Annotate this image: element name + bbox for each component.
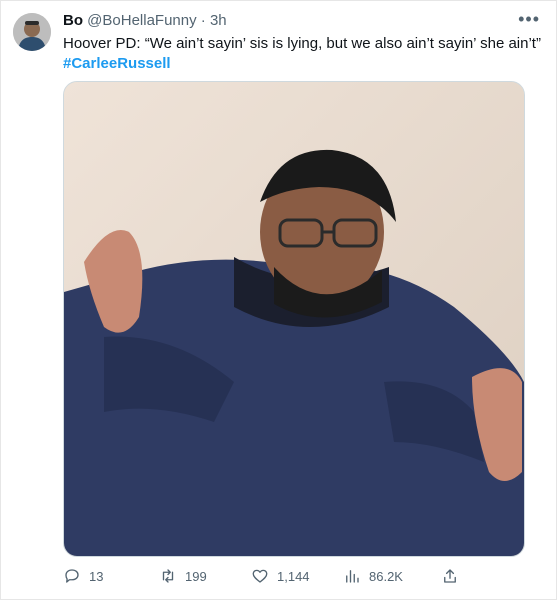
views-button[interactable]: 86.2K	[343, 567, 403, 585]
reply-count: 13	[89, 568, 104, 584]
tweet-header: Bo @BoHellaFunny · 3h	[63, 12, 227, 29]
retweet-count: 199	[185, 568, 207, 584]
media-image	[64, 82, 524, 556]
handle[interactable]: @BoHellaFunny	[87, 12, 196, 29]
action-bar: 13 199 1,144 86.2K	[63, 567, 523, 589]
share-icon	[444, 569, 456, 583]
views-count: 86.2K	[369, 568, 403, 584]
hashtag-link[interactable]: #CarleeRussell	[63, 54, 171, 74]
like-icon	[252, 569, 268, 583]
separator: ·	[200, 12, 206, 29]
reply-button[interactable]: 13	[63, 567, 103, 585]
like-count: 1,144	[277, 568, 310, 584]
retweet-button[interactable]: 199	[159, 567, 207, 585]
avatar[interactable]	[13, 13, 51, 51]
tweet-card: Bo @BoHellaFunny · 3h ••• Hoover PD: “We…	[0, 0, 557, 600]
like-button[interactable]: 1,144	[251, 567, 310, 585]
retweet-icon	[162, 569, 174, 583]
more-icon[interactable]: •••	[518, 9, 540, 30]
share-button[interactable]	[441, 567, 467, 585]
avatar-image	[13, 13, 51, 51]
views-icon	[346, 570, 359, 583]
reply-icon	[65, 569, 79, 583]
display-name[interactable]: Bo	[63, 12, 83, 29]
tweet-media[interactable]	[63, 81, 525, 557]
tweet-text: Hoover PD: “We ain’t sayin’ sis is lying…	[63, 35, 541, 52]
timestamp[interactable]: 3h	[210, 12, 227, 29]
